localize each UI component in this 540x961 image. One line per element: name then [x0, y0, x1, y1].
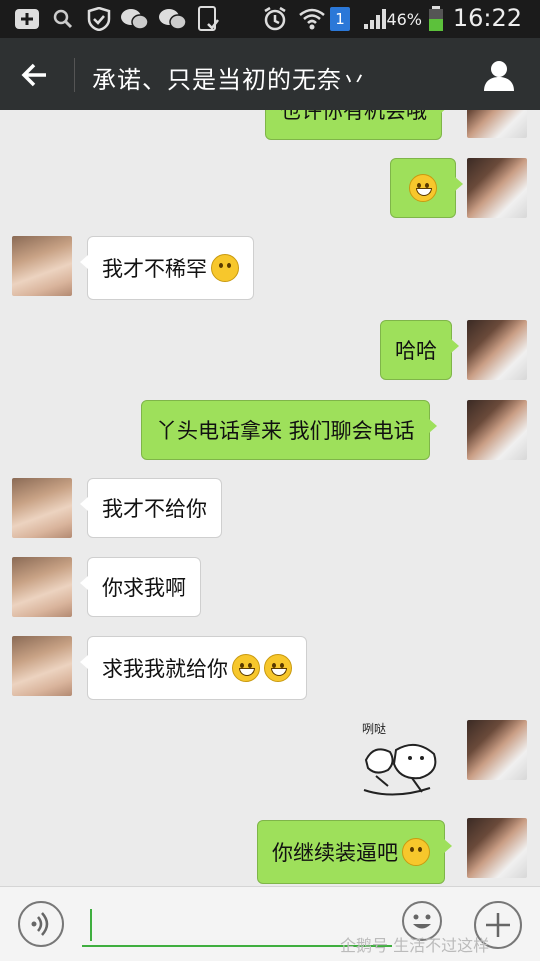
watermark: 企鹅号 生活不过这样 — [340, 936, 490, 955]
message-text: 我才不给你 — [102, 497, 207, 521]
message-text: 哈哈 — [395, 339, 437, 363]
message-bubble-sent[interactable]: 丫头电话拿来 我们聊会电话 — [141, 400, 437, 460]
add-box-icon — [14, 7, 40, 31]
avatar-me[interactable] — [467, 110, 527, 138]
avatar-me[interactable] — [467, 320, 527, 380]
message-bubble-received[interactable]: 你求我啊 — [80, 557, 201, 617]
text-cursor — [90, 909, 92, 941]
battery-percent: 46% — [386, 10, 422, 29]
header-divider — [74, 58, 75, 92]
chat-header: 承诺、只是当初的无奈丷 — [0, 38, 540, 110]
message-bubble-received[interactable]: 我才不给你 — [80, 478, 222, 538]
grin-emoji-icon — [409, 174, 437, 202]
message-bubble-sent[interactable]: 你继续装逼吧 — [257, 820, 452, 884]
alarm-icon — [262, 6, 288, 31]
smug-emoji-icon — [232, 654, 260, 682]
search-icon — [52, 7, 74, 31]
message-text: 求我我就给你 — [102, 657, 228, 681]
message-text: 你继续装逼吧 — [272, 841, 398, 865]
message-list[interactable]: 也许你有机会哦 我才不稀罕 哈哈 丫头电话拿来 我们聊会电话 我才不给你 你求我… — [0, 110, 540, 886]
status-bar: 1 46% 16:22 — [0, 0, 540, 38]
sim-icon: 1 — [330, 7, 350, 31]
avatar-me[interactable] — [467, 400, 527, 460]
sticker-image[interactable]: 咧哒 — [356, 720, 448, 804]
profile-icon[interactable] — [482, 58, 516, 92]
avatar-me[interactable] — [467, 818, 527, 878]
message-text: 也许你有机会哦 — [280, 110, 427, 123]
thinking-emoji-icon — [211, 254, 239, 282]
shield-icon — [86, 7, 112, 31]
avatar-her[interactable] — [12, 478, 72, 538]
smug-emoji-icon — [264, 654, 292, 682]
wifi-icon — [298, 7, 326, 31]
avatar-me[interactable] — [467, 158, 527, 218]
message-bubble-received[interactable]: 我才不稀罕 — [80, 236, 254, 300]
blush-emoji-icon — [402, 838, 430, 866]
signal-icon — [362, 7, 386, 31]
message-text: 你求我啊 — [102, 576, 186, 600]
chat-title: 承诺、只是当初的无奈丷 — [92, 66, 367, 94]
message-bubble-sent[interactable]: 哈哈 — [380, 320, 459, 380]
wechat-icon — [120, 7, 150, 31]
back-arrow-icon[interactable] — [20, 60, 50, 90]
message-bubble-received[interactable]: 求我我就给你 — [80, 636, 307, 700]
avatar-her[interactable] — [12, 557, 72, 617]
battery-icon — [428, 6, 444, 31]
message-text: 丫头电话拿来 我们聊会电话 — [156, 419, 415, 443]
message-bubble-sent[interactable]: 也许你有机会哦 — [265, 110, 449, 140]
clock: 16:22 — [452, 4, 522, 32]
message-bubble-sent[interactable] — [390, 158, 463, 218]
wechat-icon — [158, 7, 188, 31]
avatar-her[interactable] — [12, 236, 72, 296]
message-text: 我才不稀罕 — [102, 257, 207, 281]
phone-check-icon — [196, 6, 220, 31]
avatar-her[interactable] — [12, 636, 72, 696]
voice-icon[interactable] — [18, 901, 64, 947]
avatar-me[interactable] — [467, 720, 527, 780]
